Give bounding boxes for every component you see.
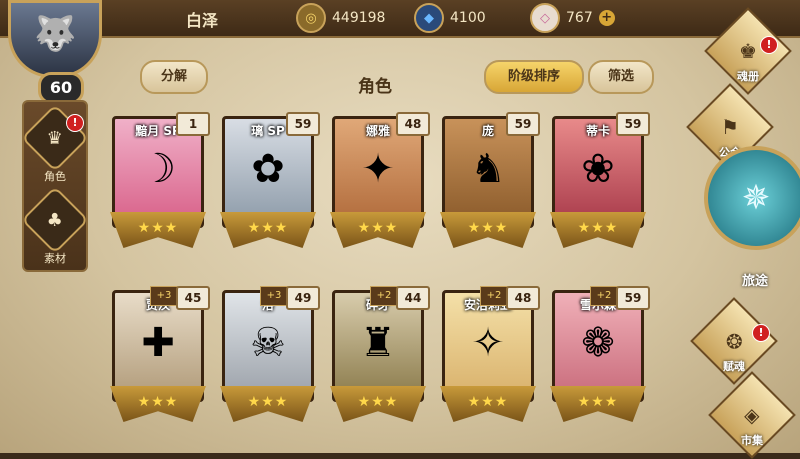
top-bar: 白泽 ◎ 449198 ◆ 4100 ◇ 767 + [0, 0, 800, 38]
gold-coin-icon: ◎ [296, 3, 326, 33]
hero-card[interactable]: ♜ 碎牙 +2 44 ★★★ [330, 286, 430, 428]
hero-card[interactable]: ☽ 黯月 SP 1 ★★★ [110, 112, 210, 254]
hero-face-icon: ♜ [360, 320, 396, 366]
star-rank-icon: ★★★ [577, 394, 619, 410]
hero-face-icon: ☠ [250, 320, 286, 366]
hero-card[interactable]: ☠ 洛 +3 49 ★★★ [220, 286, 320, 428]
star-rank-icon: ★★★ [357, 394, 399, 410]
hero-card[interactable]: ✿ 璃 SP 59 ★★★ [220, 112, 320, 254]
star-rank-icon: ★★★ [577, 220, 619, 236]
player-avatar[interactable]: 🐺 60 [4, 0, 104, 104]
hero-card[interactable]: ❀ 蒂卡 59 ★★★ [550, 112, 650, 254]
star-rank-icon: ★★★ [247, 220, 289, 236]
add-gem-button[interactable]: + [598, 10, 615, 26]
gold-resource: ◎ 449198 [296, 3, 386, 33]
hero-level: 48 [506, 286, 540, 310]
crystal-resource: ◆ 4100 [414, 3, 486, 33]
hero-face-icon: ♞ [470, 146, 506, 192]
star-rank-icon: ★★★ [137, 394, 179, 410]
hero-face-icon: ❀ [581, 146, 615, 192]
hero-face-icon: ✿ [251, 146, 285, 192]
left-nav-label: 素材 [44, 252, 66, 265]
star-rank-icon: ★★★ [247, 394, 289, 410]
hero-level: 49 [286, 286, 320, 310]
star-rank-icon: ★★★ [467, 220, 509, 236]
hero-level: 59 [616, 286, 650, 310]
hero-level: 44 [396, 286, 430, 310]
player-name: 白泽 [186, 11, 219, 30]
soulbook-button[interactable]: ♚ 魂册 ! [704, 7, 792, 95]
gold-value: 449198 [332, 10, 386, 26]
hero-card[interactable]: ✦ 娜雅 48 ★★★ [330, 112, 430, 254]
hero-level: 59 [616, 112, 650, 136]
journey-label: 旅途 [741, 274, 768, 289]
crystal-icon: ◆ [414, 3, 444, 33]
alert-badge-icon: ! [760, 36, 778, 54]
hero-face-icon: ☽ [140, 146, 176, 192]
hero-bonus-tag: +2 [370, 286, 398, 306]
talent-button[interactable]: ❂ 赋魂 ! [690, 297, 778, 385]
hero-card[interactable]: ✚ 贾汉 +3 45 ★★★ [110, 286, 210, 428]
hero-bonus-tag: +2 [590, 286, 618, 306]
hero-face-icon: ✦ [361, 146, 395, 192]
hero-card[interactable]: ❁ 雪尔森 +2 59 ★★★ [550, 286, 650, 428]
hero-level: 45 [176, 286, 210, 310]
market-button[interactable]: ◈ 市集 [708, 371, 796, 459]
hero-face-icon: ❁ [581, 320, 615, 366]
left-nav-material[interactable]: ♣ 素材 [21, 186, 89, 265]
star-rank-icon: ★★★ [467, 394, 509, 410]
gem-value: 767 [566, 10, 593, 26]
hero-bonus-tag: +3 [260, 286, 288, 306]
hero-face-icon: ✚ [141, 320, 175, 366]
decompose-button[interactable]: 分解 [140, 60, 208, 94]
star-rank-icon: ★★★ [357, 220, 399, 236]
material-icon: ♣ [21, 186, 89, 254]
left-nav-panel: ♛ 角色 ! ♣ 素材 [21, 100, 89, 272]
hero-level: 48 [396, 112, 430, 136]
hero-bonus-tag: +2 [480, 286, 508, 306]
hero-bonus-tag: +3 [150, 286, 178, 306]
hero-card[interactable]: ✧ 安洁莉亚 +2 48 ★★★ [440, 286, 540, 428]
gem-icon: ◇ [530, 3, 560, 33]
hero-level: 59 [286, 112, 320, 136]
alert-badge-icon: ! [752, 324, 770, 342]
crystal-value: 4100 [450, 10, 486, 26]
gem-resource: ◇ 767 + [530, 3, 615, 33]
filter-button[interactable]: 筛选 [588, 60, 654, 94]
hero-card[interactable]: ♞ 庞 59 ★★★ [440, 112, 540, 254]
wolf-avatar-icon: 🐺 [34, 14, 77, 54]
left-nav-character[interactable]: ♛ 角色 ! [21, 104, 89, 183]
journey-compass-icon: ✵ [704, 146, 800, 250]
page-title: 角色 [358, 77, 392, 97]
rank-sort-button[interactable]: 阶级排序 [484, 60, 584, 94]
talent-label: 赋魂 [723, 360, 745, 373]
left-nav-label: 角色 [44, 170, 66, 183]
journey-button[interactable]: ✵ 旅途 [700, 146, 800, 289]
market-label: 市集 [741, 434, 763, 447]
hero-face-icon: ✧ [471, 320, 505, 366]
star-rank-icon: ★★★ [137, 220, 179, 236]
soulbook-label: 魂册 [737, 70, 759, 83]
hero-level: 59 [506, 112, 540, 136]
hero-level: 1 [176, 112, 210, 136]
alert-badge-icon: ! [66, 114, 84, 132]
